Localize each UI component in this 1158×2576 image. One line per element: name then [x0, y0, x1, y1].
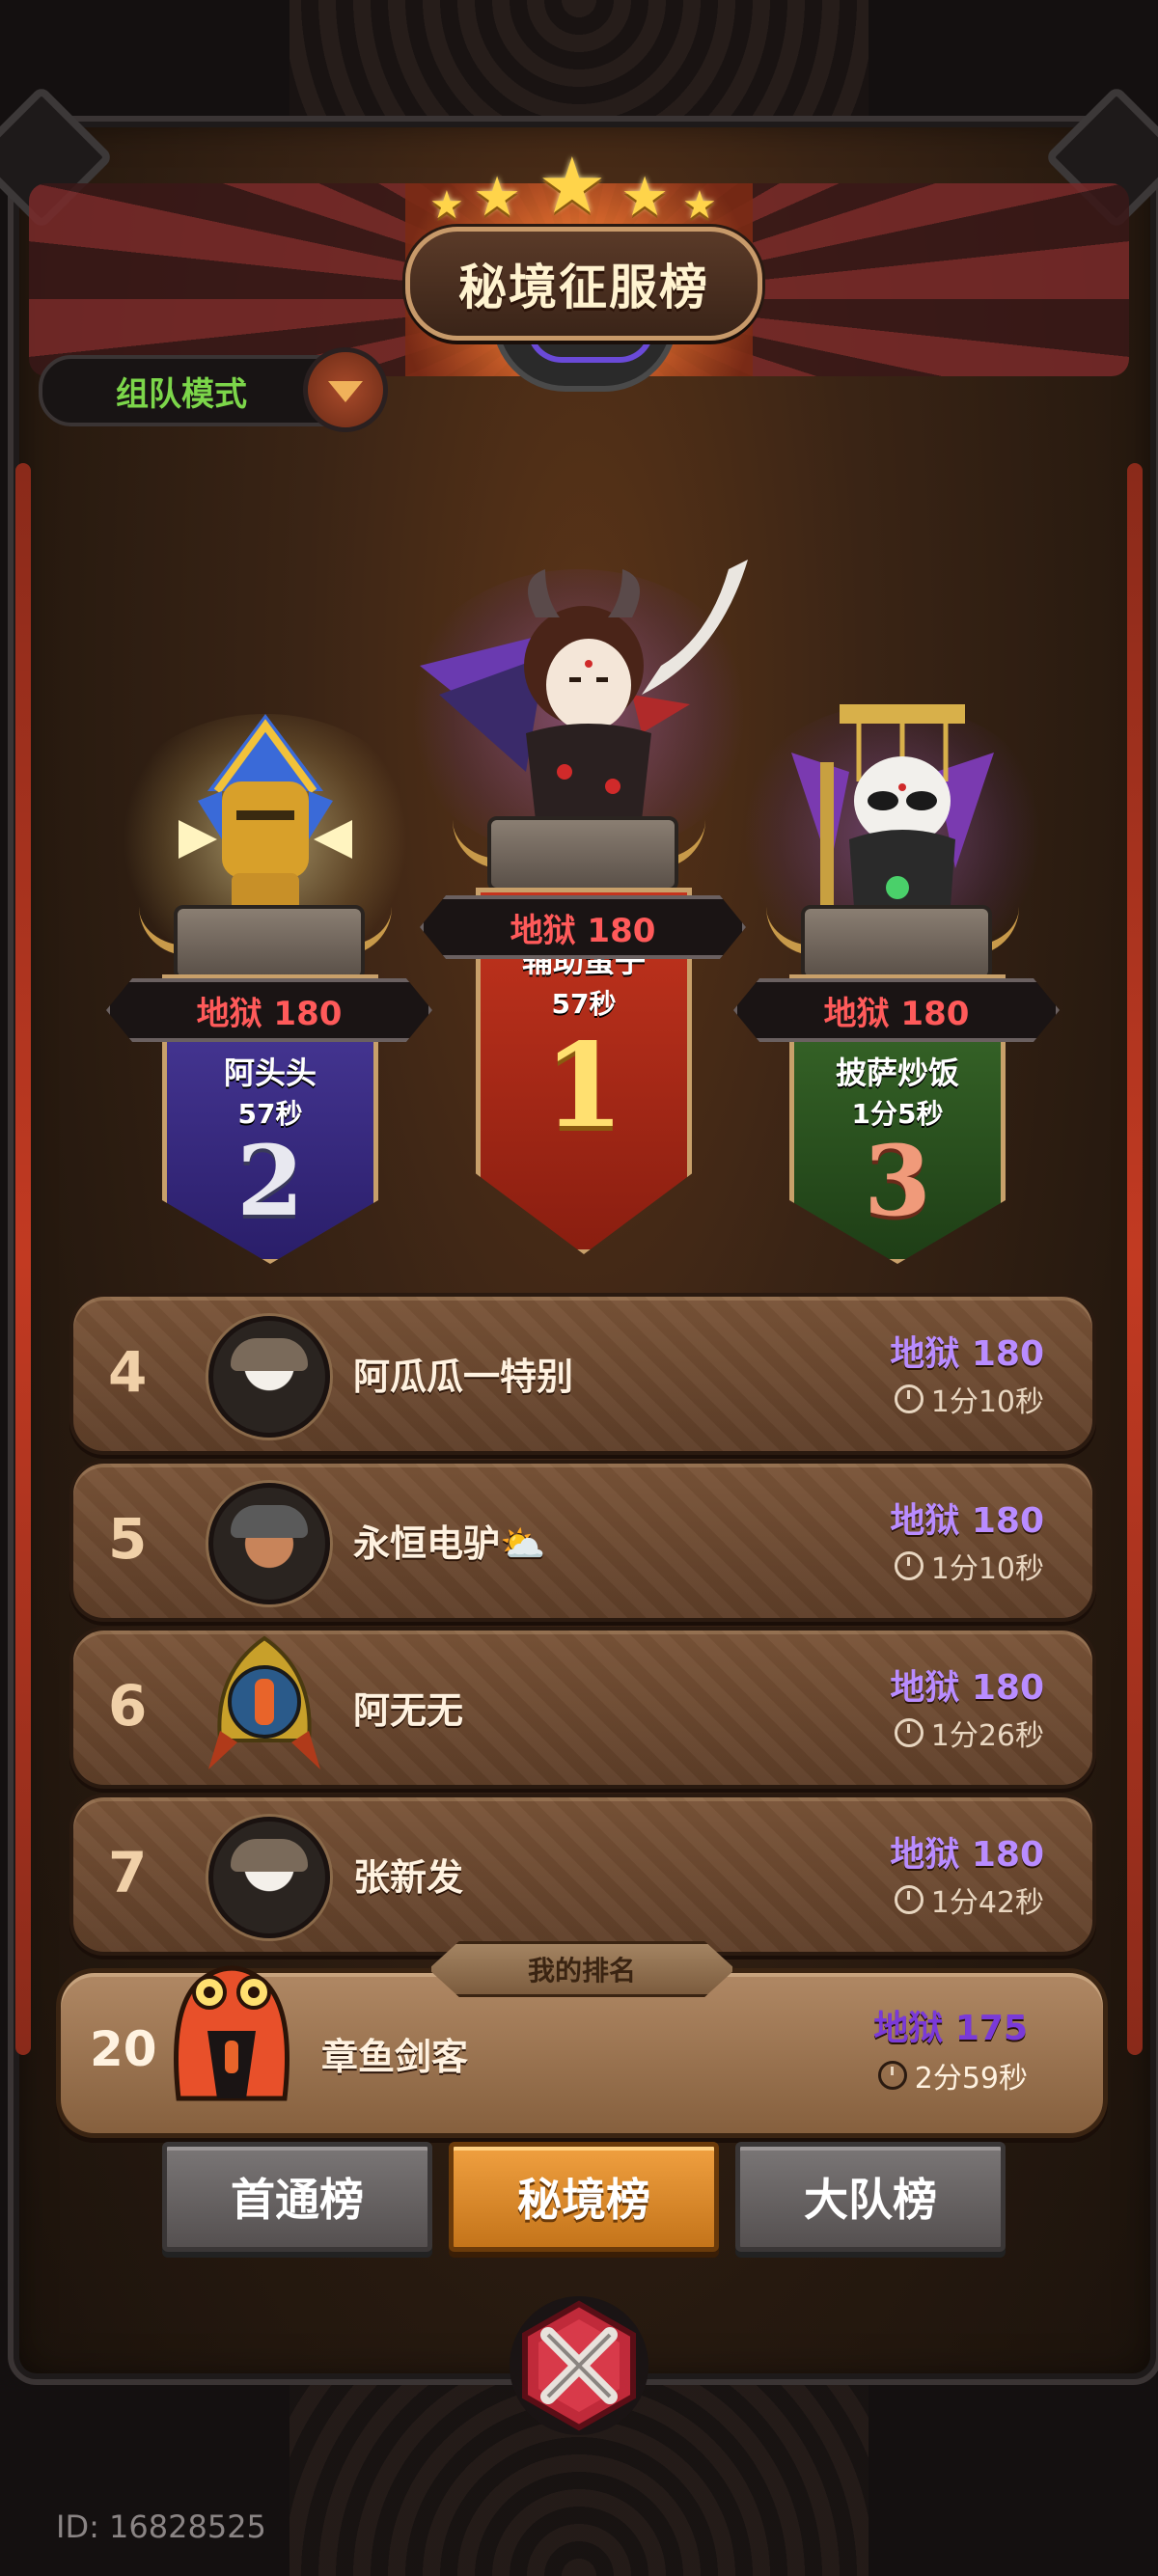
- podium-first[interactable]: 辅助蛮子 57秒 1 地狱 180: [400, 550, 758, 1254]
- octopus-avatar: [174, 1965, 290, 2101]
- my-rank-tag: 我的排名: [428, 1941, 735, 1997]
- clock-icon: [894, 1551, 924, 1580]
- podium-level: 地狱 180: [510, 911, 656, 950]
- clear-time-value: 1分26秒: [930, 1719, 1044, 1753]
- my-rank-tag-label: 我的排名: [527, 1955, 636, 1987]
- difficulty-level: 地狱 180: [890, 1334, 1044, 1374]
- clear-time: 1分10秒: [894, 1545, 1044, 1587]
- top-ornament: [290, 0, 868, 135]
- demon-hero-icon: [420, 560, 748, 820]
- pharaoh-hero-icon: [179, 714, 352, 912]
- tab-realm[interactable]: 秘境榜: [449, 2142, 719, 2252]
- close-icon: [522, 2300, 636, 2431]
- clear-time: 1分42秒: [894, 1878, 1044, 1921]
- chevron-down-icon[interactable]: [303, 347, 388, 432]
- tab-first-clear[interactable]: 首通榜: [162, 2142, 432, 2252]
- my-clear-time: 2分59秒: [877, 2054, 1028, 2096]
- ranking-row[interactable]: 6 阿无无 地狱 180 1分26秒: [69, 1627, 1096, 1789]
- podium-level-tag: 地狱 180: [420, 895, 746, 959]
- clock-icon: [894, 1384, 924, 1413]
- podium-time: 57秒: [551, 988, 617, 1020]
- pedestal: [487, 816, 678, 891]
- tab-squad[interactable]: 大队榜: [735, 2142, 1006, 2252]
- pedestal: [801, 905, 992, 980]
- my-clear-time-value: 2分59秒: [914, 2062, 1028, 2096]
- difficulty-level: 地狱 180: [890, 1668, 1044, 1708]
- ranking-row[interactable]: 5 永恒电驴⛅ 地狱 180 1分10秒: [69, 1460, 1096, 1622]
- avatar: [208, 1316, 330, 1438]
- right-rail: [1127, 463, 1143, 2055]
- podium-player-name: 阿头头: [223, 1055, 317, 1091]
- clear-time: 1分26秒: [894, 1712, 1044, 1754]
- pedestal: [174, 905, 365, 980]
- podium-level: 地狱 180: [196, 994, 343, 1033]
- rank-number: 5: [108, 1506, 148, 1572]
- difficulty-level: 地狱 180: [890, 1835, 1044, 1875]
- rocket-avatar: [208, 1635, 320, 1769]
- player-name: 阿无无: [353, 1689, 464, 1732]
- player-id: ID: 16828525: [56, 2508, 266, 2545]
- clear-time-value: 1分42秒: [930, 1886, 1044, 1920]
- podium-rank-number: 3: [864, 1124, 931, 1238]
- rank-number: 7: [108, 1840, 148, 1905]
- clock-icon: [877, 2061, 907, 2090]
- avatar: [208, 1817, 330, 1938]
- podium-player-name: 披萨炒饭: [835, 1055, 959, 1091]
- clock-icon: [894, 1718, 924, 1747]
- clear-time: 1分10秒: [894, 1378, 1044, 1420]
- clear-time-value: 1分10秒: [930, 1385, 1044, 1419]
- podium-rank-number: 1: [543, 1018, 624, 1154]
- podium-level-tag: 地狱 180: [106, 978, 432, 1042]
- star-rating-icon: ★ ★ ★ ★ ★: [429, 141, 717, 231]
- clear-time-value: 1分10秒: [930, 1552, 1044, 1586]
- avatar: [208, 1483, 330, 1604]
- left-rail: [15, 463, 31, 2055]
- title-plate: 秘境征服榜: [405, 227, 762, 341]
- rank-number: 6: [108, 1673, 148, 1739]
- player-name: 张新发: [353, 1856, 464, 1899]
- podium-third[interactable]: 披萨炒饭 1分5秒 3 地狱 180: [733, 695, 1060, 1264]
- my-rank-number: 20: [90, 2021, 157, 2077]
- close-button[interactable]: [510, 2296, 648, 2435]
- podium-second[interactable]: 阿头头 57秒 2 地狱 180: [106, 695, 432, 1264]
- player-name: 永恒电驴⛅: [353, 1522, 546, 1565]
- rank-number: 4: [108, 1339, 148, 1405]
- ranking-row[interactable]: 4 阿瓜瓜一特别 地狱 180 1分10秒: [69, 1293, 1096, 1455]
- player-name: 阿瓜瓜一特别: [353, 1356, 574, 1398]
- podium-level-tag: 地狱 180: [733, 978, 1060, 1042]
- clock-icon: [894, 1885, 924, 1914]
- podium-rank-number: 2: [236, 1124, 304, 1238]
- difficulty-level: 地狱 180: [890, 1501, 1044, 1541]
- panda-sage-hero-icon: [791, 704, 994, 907]
- page-title: 秘境征服榜: [458, 260, 709, 315]
- my-player-name: 章鱼剑客: [321, 2036, 469, 2078]
- my-difficulty-level: 地狱 175: [873, 2009, 1028, 2048]
- podium-level: 地狱 180: [823, 994, 970, 1033]
- mode-label: 组队模式: [116, 374, 247, 414]
- ranking-row[interactable]: 7 张新发 地狱 180 1分42秒: [69, 1794, 1096, 1956]
